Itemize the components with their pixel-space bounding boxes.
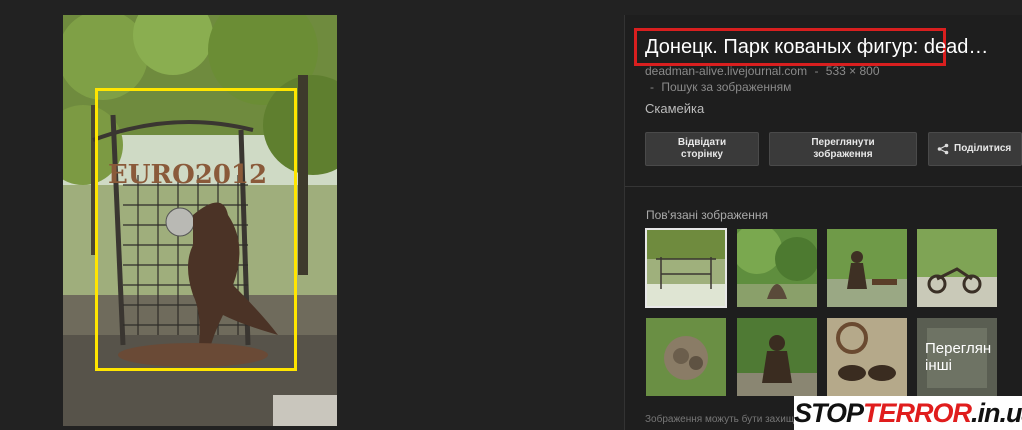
- image-description: Скамейка: [645, 101, 705, 116]
- visit-label-2: сторінку: [681, 149, 723, 160]
- view-label-2: зображення: [813, 149, 873, 160]
- watermark-part-stop: STOP: [794, 398, 864, 428]
- watermark-part-domain: .in.ua: [971, 398, 1022, 428]
- related-thumbnail[interactable]: [737, 229, 817, 307]
- source-link[interactable]: deadman-alive.livejournal.com: [645, 64, 807, 78]
- related-thumbnail[interactable]: [737, 318, 817, 396]
- related-thumbnail[interactable]: [827, 318, 907, 396]
- separator: -: [650, 80, 654, 94]
- related-thumbnail[interactable]: [827, 229, 907, 307]
- related-thumbnail[interactable]: [646, 318, 726, 396]
- share-label: Поділитися: [954, 143, 1012, 154]
- share-button[interactable]: Поділитися: [928, 132, 1022, 166]
- visit-page-button[interactable]: Відвідати сторінку: [645, 132, 759, 166]
- stopterror-watermark: STOPTERROR.in.ua: [794, 396, 1022, 430]
- share-icon: [937, 143, 949, 155]
- search-by-image-link[interactable]: Пошук за зображенням: [661, 80, 791, 94]
- related-images-heading: Пов'язані зображення: [646, 208, 768, 222]
- watermark-part-terror: TERROR: [863, 398, 972, 428]
- view-image-button[interactable]: Переглянути зображення: [769, 132, 917, 166]
- image-dimensions: 533 × 800: [825, 64, 880, 78]
- more-related-thumbnail[interactable]: Переглян інші: [917, 318, 997, 396]
- copyright-note: Зображення можуть бути захищ: [645, 414, 795, 425]
- image-highlight-frame: [95, 88, 297, 371]
- separator: -: [814, 64, 819, 78]
- image-title[interactable]: Донецк. Парк кованых фигур: dead…: [645, 36, 1022, 59]
- related-thumbnail[interactable]: [645, 228, 727, 308]
- divider: [625, 186, 1022, 187]
- view-label-1: Переглянути: [811, 137, 875, 148]
- visit-label-1: Відвідати: [677, 137, 727, 148]
- view-more-label: Переглян інші: [925, 340, 992, 374]
- related-thumbnail[interactable]: [917, 229, 997, 307]
